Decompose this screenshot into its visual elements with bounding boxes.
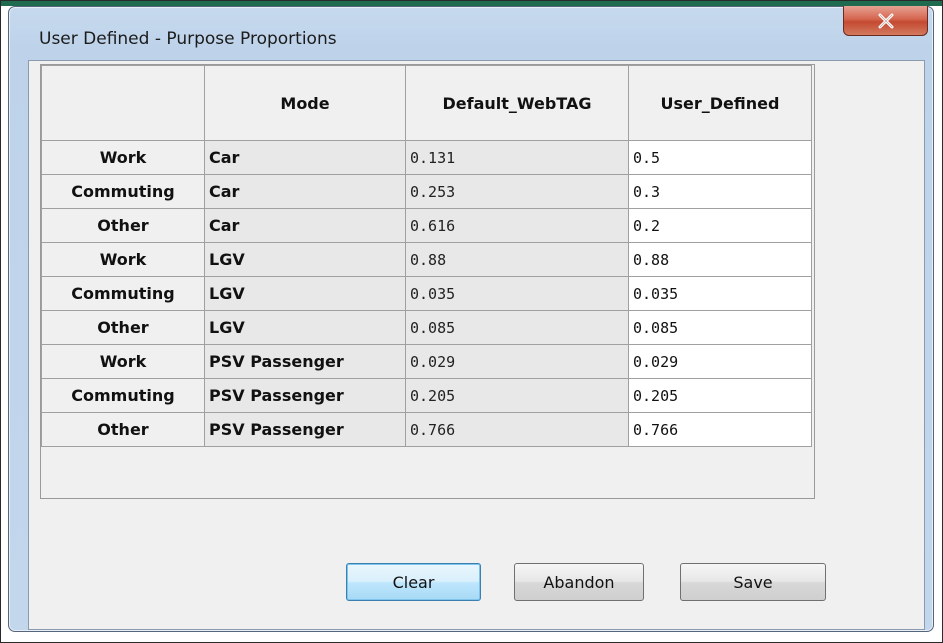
cell-default-webtag: 0.205 — [405, 378, 629, 413]
row-header-purpose[interactable]: Work — [41, 140, 205, 175]
table-header-row: Mode Default_WebTAG User_Defined — [41, 65, 812, 141]
cell-user-defined-input[interactable]: 0.2 — [628, 208, 812, 243]
cell-user-defined-input[interactable]: 0.3 — [628, 174, 812, 209]
table-row: Commuting PSV Passenger 0.205 0.205 — [41, 378, 812, 413]
cell-mode: PSV Passenger — [204, 378, 406, 413]
cell-default-webtag: 0.035 — [405, 276, 629, 311]
cell-default-webtag: 0.253 — [405, 174, 629, 209]
row-header-purpose[interactable]: Commuting — [41, 276, 205, 311]
window-title: User Defined - Purpose Proportions — [39, 29, 337, 49]
save-button[interactable]: Save — [680, 563, 826, 601]
cell-default-webtag: 0.085 — [405, 310, 629, 345]
table-row: Other LGV 0.085 0.085 — [41, 310, 812, 345]
cell-user-defined-input[interactable]: 0.035 — [628, 276, 812, 311]
cell-user-defined-input[interactable]: 0.029 — [628, 344, 812, 379]
cell-default-webtag: 0.131 — [405, 140, 629, 175]
table-row: Work LGV 0.88 0.88 — [41, 242, 812, 277]
row-header-purpose[interactable]: Other — [41, 310, 205, 345]
cell-mode: PSV Passenger — [204, 344, 406, 379]
proportions-table: Mode Default_WebTAG User_Defined Work Car… — [41, 65, 812, 447]
close-button[interactable] — [843, 6, 928, 36]
cell-mode: LGV — [204, 242, 406, 277]
table-row: Work Car 0.131 0.5 — [41, 140, 812, 175]
dialog-window: User Defined - Purpose Proportions Mode — [8, 6, 934, 632]
cell-user-defined-input[interactable]: 0.5 — [628, 140, 812, 175]
row-header-purpose[interactable]: Commuting — [41, 174, 205, 209]
row-header-purpose[interactable]: Work — [41, 344, 205, 379]
table-row: Work PSV Passenger 0.029 0.029 — [41, 344, 812, 379]
cell-default-webtag: 0.029 — [405, 344, 629, 379]
corner-header — [41, 65, 205, 141]
cell-mode: Car — [204, 140, 406, 175]
cell-default-webtag: 0.616 — [405, 208, 629, 243]
cell-mode: LGV — [204, 276, 406, 311]
cell-user-defined-input[interactable]: 0.205 — [628, 378, 812, 413]
table-row: Other Car 0.616 0.2 — [41, 208, 812, 243]
clear-button[interactable]: Clear — [346, 563, 481, 601]
row-header-purpose[interactable]: Other — [41, 208, 205, 243]
cell-default-webtag: 0.88 — [405, 242, 629, 277]
cell-mode: Car — [204, 174, 406, 209]
table-row: Commuting Car 0.253 0.3 — [41, 174, 812, 209]
cell-mode: Car — [204, 208, 406, 243]
cell-mode: PSV Passenger — [204, 412, 406, 447]
column-header-default-webtag[interactable]: Default_WebTAG — [405, 65, 629, 141]
row-header-purpose[interactable]: Work — [41, 242, 205, 277]
row-header-purpose[interactable]: Other — [41, 412, 205, 447]
table-row: Commuting LGV 0.035 0.035 — [41, 276, 812, 311]
cell-default-webtag: 0.766 — [405, 412, 629, 447]
dialog-content: Mode Default_WebTAG User_Defined Work Car… — [28, 60, 925, 630]
cell-user-defined-input[interactable]: 0.88 — [628, 242, 812, 277]
close-icon — [878, 13, 893, 28]
row-header-purpose[interactable]: Commuting — [41, 378, 205, 413]
table-row: Other PSV Passenger 0.766 0.766 — [41, 412, 812, 447]
column-header-user-defined[interactable]: User_Defined — [628, 65, 812, 141]
cell-user-defined-input[interactable]: 0.766 — [628, 412, 812, 447]
proportions-table-panel: Mode Default_WebTAG User_Defined Work Car… — [40, 64, 815, 499]
abandon-button[interactable]: Abandon — [514, 563, 644, 601]
column-header-mode[interactable]: Mode — [204, 65, 406, 141]
table-body: Work Car 0.131 0.5 Commuting Car 0.253 0.3 Other… — [41, 140, 812, 447]
cell-mode: LGV — [204, 310, 406, 345]
cell-user-defined-input[interactable]: 0.085 — [628, 310, 812, 345]
